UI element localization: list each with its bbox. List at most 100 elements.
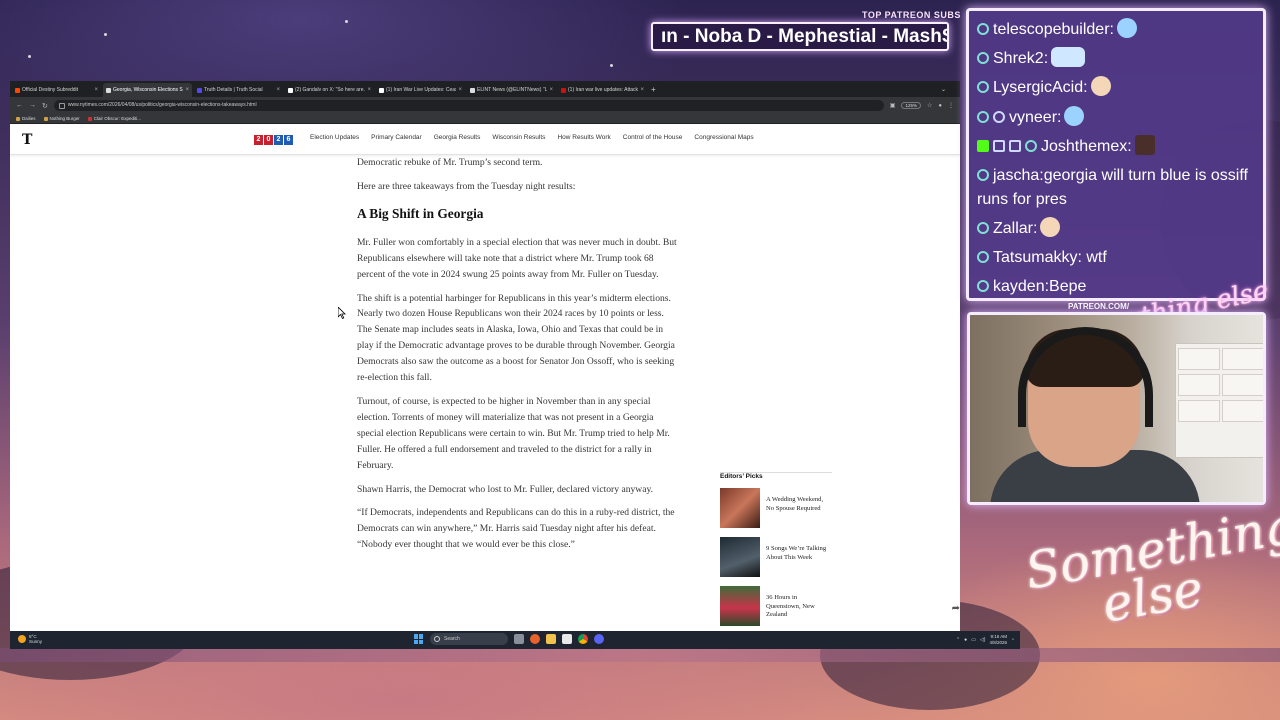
nav-georgia-results[interactable]: Georgia Results bbox=[434, 134, 481, 141]
system-tray: ⌃ ● ▭ ◁) 9:16 AM 4/8/2026 ◔ bbox=[956, 634, 1014, 645]
tab-label: (2) Gandalv on X: "So here are... bbox=[295, 87, 366, 93]
tab-favicon-icon bbox=[379, 87, 384, 93]
patreon-subs-label: TOP PATREON SUBS bbox=[862, 10, 961, 20]
bookmark-clair-obscur[interactable]: Clair Obscur: Expediti... bbox=[87, 116, 141, 121]
forward-icon[interactable]: → bbox=[29, 102, 36, 109]
weather-widget[interactable]: 8°C Sunny bbox=[18, 634, 42, 644]
tab-close-icon[interactable]: × bbox=[549, 87, 553, 93]
mic-icon[interactable]: ● bbox=[964, 637, 967, 643]
zoom-indicator[interactable]: 125% bbox=[901, 102, 921, 109]
tab-close-icon[interactable]: × bbox=[276, 87, 280, 93]
chat-emote-icon bbox=[1040, 217, 1061, 238]
browser-tab[interactable]: ELINT News (@ELINTNews) "Li... × bbox=[467, 83, 556, 97]
nyt-header: T 2 0 2 6 Election Updates Primary Calen… bbox=[10, 125, 960, 155]
folder-icon bbox=[16, 116, 20, 121]
pick-thumbnail[interactable] bbox=[720, 537, 760, 577]
taskbar-center: Search bbox=[414, 633, 604, 645]
app-icon[interactable] bbox=[562, 634, 572, 644]
chat-badge-icon bbox=[1025, 139, 1037, 152]
chat-message: Zallar: bbox=[977, 214, 1255, 243]
browser-tab[interactable]: Official Destiny Subreddit × bbox=[12, 83, 101, 97]
menu-icon[interactable]: ⋮ bbox=[948, 102, 954, 109]
share-icon[interactable]: ➦ bbox=[952, 603, 960, 614]
editors-pick-item[interactable]: 36 Hours in Queenstown, New Zealand bbox=[720, 586, 832, 626]
badge-digit: 2 bbox=[254, 135, 263, 145]
nav-congressional-maps[interactable]: Congressional Maps bbox=[694, 134, 753, 141]
tab-close-icon[interactable]: × bbox=[367, 87, 371, 93]
election-nav: Election Updates Primary Calendar Georgi… bbox=[310, 134, 754, 141]
browser-tab[interactable]: Georgia, Wisconsin Elections S... × bbox=[103, 83, 192, 97]
tab-favicon-icon bbox=[15, 87, 20, 93]
windows-start-icon[interactable] bbox=[414, 634, 424, 644]
clock[interactable]: 9:16 AM 4/8/2026 bbox=[989, 634, 1007, 645]
election-2026-badge[interactable]: 2 0 2 6 bbox=[254, 135, 293, 145]
pick-headline[interactable]: A Wedding Weekend, No Spouse Required bbox=[766, 488, 832, 528]
chat-username: Tatsumakky bbox=[993, 249, 1078, 267]
chat-username: Joshthemex bbox=[1041, 137, 1128, 155]
chat-message: Joshthemex: bbox=[977, 132, 1255, 161]
tab-close-icon[interactable]: × bbox=[185, 87, 189, 93]
chat-emote-icon bbox=[1116, 18, 1137, 38]
badge-digit: 2 bbox=[274, 135, 283, 145]
nav-primary-calendar[interactable]: Primary Calendar bbox=[371, 134, 422, 141]
chat-badge-icon bbox=[993, 110, 1005, 123]
bookmark-dailies[interactable]: Dailies bbox=[16, 116, 36, 121]
webcam-cabinet bbox=[1175, 343, 1263, 458]
tab-close-icon[interactable]: × bbox=[640, 87, 644, 93]
folder-icon bbox=[87, 116, 92, 121]
nav-election-updates[interactable]: Election Updates bbox=[310, 134, 359, 141]
taskbar-search[interactable]: Search bbox=[430, 633, 508, 645]
firefox-icon[interactable] bbox=[530, 634, 540, 644]
windows-taskbar: 8°C Sunny Search ⌃ ● ▭ ◁) 9:16 AM 4/8/2026… bbox=[10, 631, 1020, 649]
volume-icon[interactable]: ◁) bbox=[980, 637, 986, 643]
back-icon[interactable]: ← bbox=[16, 102, 23, 109]
tab-close-icon[interactable]: × bbox=[458, 87, 462, 93]
tab-label: (1) Iran War Live Updates: Ceas... bbox=[386, 87, 457, 93]
task-view-icon[interactable] bbox=[514, 634, 524, 644]
mouse-cursor-icon bbox=[338, 307, 346, 319]
nav-control-of-house[interactable]: Control of the House bbox=[623, 134, 683, 141]
browser-tab[interactable]: (1) Iran war live updates: Attack... × bbox=[558, 83, 647, 97]
browser-tab[interactable]: (2) Gandalv on X: "So here are... × bbox=[285, 83, 374, 97]
section-heading: A Big Shift in Georgia bbox=[357, 205, 484, 221]
browser-tab[interactable]: Truth Details | Truth Social × bbox=[194, 83, 283, 97]
editors-picks: Editors’ Picks A Wedding Weekend, No Spo… bbox=[720, 472, 832, 635]
extension-icon[interactable]: ▣ bbox=[890, 102, 896, 109]
chrome-icon[interactable] bbox=[578, 634, 588, 644]
tab-search-icon[interactable]: ⌄ bbox=[941, 86, 960, 93]
pick-headline[interactable]: 9 Songs We’re Talking About This Week bbox=[766, 537, 832, 577]
editors-pick-item[interactable]: A Wedding Weekend, No Spouse Required bbox=[720, 488, 832, 528]
pick-thumbnail[interactable] bbox=[720, 488, 760, 528]
profile-icon[interactable]: ● bbox=[938, 103, 942, 109]
chat-text: wtf bbox=[1086, 249, 1107, 267]
tab-close-icon[interactable]: × bbox=[94, 87, 98, 93]
pick-thumbnail[interactable] bbox=[720, 586, 760, 626]
chat-emote-icon bbox=[1134, 134, 1155, 155]
bookmark-nothing-burger[interactable]: Nothing Burger bbox=[43, 116, 80, 121]
bookmark-star-icon[interactable]: ☆ bbox=[927, 102, 932, 109]
chat-badge-icon bbox=[993, 139, 1005, 152]
tab-label: ELINT News (@ELINTNews) "Li... bbox=[477, 87, 548, 93]
network-icon[interactable]: ▭ bbox=[971, 637, 976, 643]
article-paragraph: Mr. Fuller won comfortably in a special … bbox=[357, 236, 677, 280]
stream-chat-panel: telescopebuilder: Shrek2: LysergicAcid: … bbox=[966, 8, 1266, 301]
nav-how-results-work[interactable]: How Results Work bbox=[557, 134, 610, 141]
browser-window: Official Destiny Subreddit × Georgia, Wisc… bbox=[10, 81, 960, 649]
discord-icon[interactable] bbox=[594, 634, 604, 644]
reload-icon[interactable]: ↻ bbox=[42, 102, 48, 110]
chat-dot-icon bbox=[977, 23, 989, 35]
new-tab-button[interactable]: + bbox=[647, 85, 660, 94]
nav-wisconsin-results[interactable]: Wisconsin Results bbox=[492, 134, 545, 141]
address-bar[interactable]: www.nytimes.com/2026/04/08/us/politics/g… bbox=[53, 100, 884, 111]
browser-tab[interactable]: (1) Iran War Live Updates: Ceas... × bbox=[376, 83, 465, 97]
nyt-logo[interactable]: T bbox=[22, 132, 32, 148]
pick-headline[interactable]: 36 Hours in Queenstown, New Zealand bbox=[766, 586, 832, 626]
notification-icon[interactable]: ◔ bbox=[1011, 637, 1014, 643]
file-explorer-icon[interactable] bbox=[546, 634, 556, 644]
article-paragraph: Here are three takeaways from the Tuesda… bbox=[357, 180, 576, 192]
tray-chevron-icon[interactable]: ⌃ bbox=[956, 637, 960, 643]
chat-message: jascha:georgia will turn blue is ossiff … bbox=[977, 167, 1248, 209]
editors-pick-item[interactable]: 9 Songs We’re Talking About This Week bbox=[720, 537, 832, 577]
tab-label: (1) Iran war live updates: Attack... bbox=[568, 87, 639, 93]
chat-dot-icon bbox=[977, 81, 989, 94]
